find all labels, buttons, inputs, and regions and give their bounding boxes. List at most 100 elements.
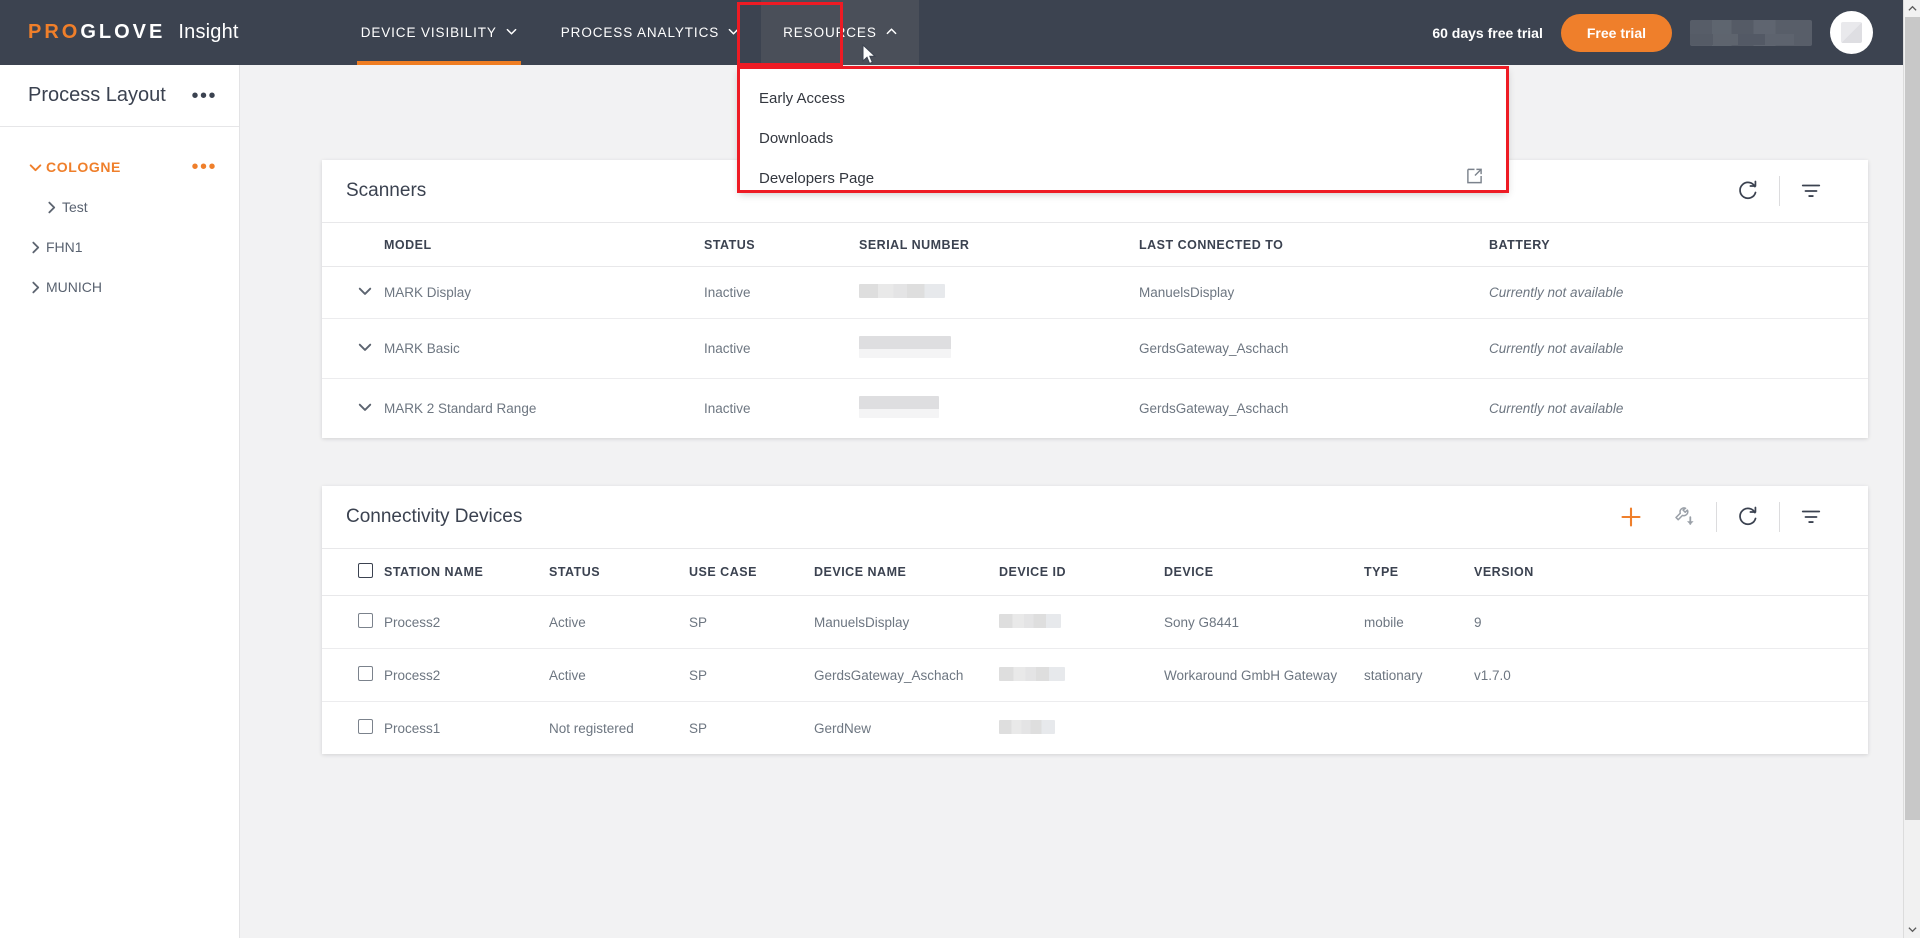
connectivity-devices-title: Connectivity Devices [346, 506, 523, 527]
scrollbar-thumb[interactable] [1905, 17, 1920, 820]
table-row[interactable]: Process1 Not registered SP GerdNew [322, 702, 1868, 755]
cell-type [1364, 702, 1474, 755]
cell-type: mobile [1364, 595, 1474, 649]
cell-serial-number [859, 318, 1139, 379]
table-row[interactable]: Process2 Active SP GerdsGateway_Aschach … [322, 648, 1868, 702]
th-device-id: DEVICE ID [999, 548, 1164, 596]
scanners-table: MODEL STATUS SERIAL NUMBER LAST CONNECTE… [322, 222, 1868, 438]
chevron-down-icon [728, 26, 739, 37]
cell-serial-number [859, 379, 1139, 439]
chevron-right-icon[interactable] [24, 241, 46, 254]
configure-download-icon[interactable] [1658, 495, 1712, 539]
th-model: MODEL [384, 222, 704, 267]
avatar[interactable] [1830, 11, 1873, 54]
menu-item-downloads[interactable]: Downloads [739, 118, 1507, 158]
brand-pro-text: PRO [28, 21, 81, 43]
chevron-down-icon[interactable] [24, 161, 46, 174]
table-row[interactable]: Process2 Active SP ManuelsDisplay Sony G… [322, 595, 1868, 649]
th-last-connected-to: LAST CONNECTED TO [1139, 222, 1489, 267]
table-row[interactable]: MARK 2 Standard Range Inactive GerdsGate… [322, 379, 1868, 439]
cell-use-case: SP [689, 595, 814, 649]
free-trial-button[interactable]: Free trial [1560, 13, 1672, 52]
cell-use-case: SP [689, 720, 708, 736]
cell-battery: Currently not available [1489, 318, 1868, 379]
row-checkbox[interactable] [358, 666, 373, 681]
menu-item-downloads-label: Downloads [759, 129, 834, 147]
expand-row-icon[interactable] [322, 266, 384, 319]
nav-tab-process-analytics-label: PROCESS ANALYTICS [560, 25, 720, 40]
brand-logo[interactable]: PRO GLOVE Insight [28, 21, 239, 44]
nav-tab-device-visibility-label: DEVICE VISIBILITY [360, 25, 497, 40]
expand-row-icon[interactable] [322, 318, 384, 379]
th-status: STATUS [704, 222, 859, 267]
expand-row-icon[interactable] [322, 379, 384, 439]
cell-device-name: GerdsGateway_Aschach [814, 648, 999, 702]
row-checkbox[interactable] [358, 719, 373, 734]
chevron-up-icon [886, 26, 897, 37]
more-options-icon[interactable]: ••• [191, 157, 217, 177]
table-header-row: MODEL STATUS SERIAL NUMBER LAST CONNECTE… [322, 222, 1868, 267]
redacted-value [859, 396, 939, 418]
table-header-row: STATION NAME STATUS USE CASE DEVICE NAME… [322, 548, 1868, 596]
divider [1779, 502, 1780, 532]
sidebar-tree: COLOGNE ••• Test FHN1 MUNICH [0, 127, 239, 307]
sidebar-item-fhn1[interactable]: FHN1 [0, 227, 239, 267]
redacted-value [859, 284, 945, 298]
nav-tab-resources-label: RESOURCES [783, 25, 877, 40]
sidebar-item-munich[interactable]: MUNICH [0, 267, 239, 307]
scroll-down-icon[interactable] [1904, 921, 1920, 938]
cell-station-name: Process1 [384, 720, 441, 736]
filter-icon[interactable] [1784, 495, 1838, 539]
status-badge: Not registered [549, 720, 634, 736]
nav-tab-process-analytics[interactable]: PROCESS ANALYTICS [539, 0, 761, 65]
cell-battery: Currently not available [1489, 401, 1624, 416]
cell-version [1474, 702, 1868, 755]
main-nav-tabs: DEVICE VISIBILITY PROCESS ANALYTICS RESO… [339, 0, 919, 65]
nav-tab-device-visibility[interactable]: DEVICE VISIBILITY [339, 0, 539, 65]
nav-tab-resources[interactable]: RESOURCES [761, 0, 919, 65]
status-badge: Active [549, 648, 689, 702]
external-link-icon [1466, 168, 1483, 189]
cell-device: Workaround GmbH Gateway [1164, 648, 1364, 702]
sidebar-item-cologne[interactable]: COLOGNE ••• [0, 147, 239, 187]
connectivity-devices-table: STATION NAME STATUS USE CASE DEVICE NAME… [322, 548, 1868, 754]
cell-last-connected-to: ManuelsDisplay [1139, 266, 1489, 319]
menu-item-early-access[interactable]: Early Access [739, 78, 1507, 118]
brand-glove-text: GLOVE [80, 21, 166, 43]
chevron-right-icon[interactable] [24, 281, 46, 294]
divider [1716, 502, 1717, 532]
add-icon[interactable] [1604, 495, 1658, 539]
table-row[interactable]: MARK Display Inactive ManuelsDisplay Cur… [322, 266, 1868, 319]
cell-last-connected-to: GerdsGateway_Aschach [1139, 401, 1289, 416]
sidebar-item-cologne-label: COLOGNE [46, 159, 121, 175]
menu-item-early-access-label: Early Access [759, 89, 845, 107]
page-scrollbar[interactable] [1903, 0, 1920, 938]
more-options-icon[interactable]: ••• [191, 86, 217, 106]
cell-device-name: GerdNew [814, 720, 872, 736]
row-checkbox[interactable] [358, 613, 373, 628]
refresh-icon[interactable] [1721, 169, 1775, 213]
resources-dropdown-menu: Early Access Downloads Developers Page [739, 68, 1507, 191]
cell-station-name: Process2 [384, 595, 549, 649]
select-all-checkbox[interactable] [358, 563, 373, 578]
connectivity-actions [1604, 495, 1838, 539]
chevron-right-icon[interactable] [40, 201, 62, 214]
redacted-value [999, 666, 1065, 681]
filter-icon[interactable] [1784, 169, 1838, 213]
cell-device-id [999, 702, 1164, 755]
th-status: STATUS [549, 548, 689, 596]
th-select-all [322, 548, 384, 596]
cell-model: MARK Basic [384, 318, 704, 379]
cell-type: stationary [1364, 648, 1474, 702]
refresh-icon[interactable] [1721, 495, 1775, 539]
th-station-name: STATION NAME [384, 548, 549, 596]
menu-item-developers-page[interactable]: Developers Page [739, 158, 1507, 198]
table-row[interactable]: MARK Basic Inactive GerdsGateway_Aschach… [322, 318, 1868, 379]
cell-serial-number [859, 266, 1139, 319]
chevron-down-icon [506, 26, 517, 37]
header-right-area: 60 days free trial Free trial [1432, 11, 1903, 54]
row-checkbox-cell [322, 595, 384, 649]
th-version: VERSION [1474, 548, 1868, 596]
sidebar-item-test[interactable]: Test [0, 187, 239, 227]
scroll-up-icon[interactable] [1904, 0, 1920, 17]
